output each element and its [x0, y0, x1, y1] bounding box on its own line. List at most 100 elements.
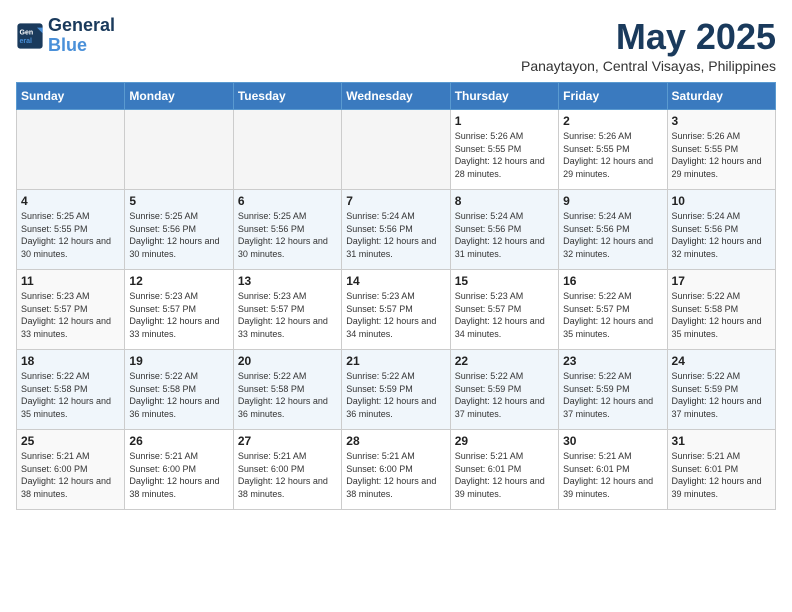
calendar-cell: 23Sunrise: 5:22 AMSunset: 5:59 PMDayligh…	[559, 350, 667, 430]
day-number: 4	[21, 194, 120, 208]
day-info: Sunrise: 5:23 AMSunset: 5:57 PMDaylight:…	[238, 290, 337, 340]
day-number: 30	[563, 434, 662, 448]
weekday-header-sunday: Sunday	[17, 83, 125, 110]
calendar-cell: 31 Sunrise: 5:21 AMSunset: 6:01 PMDayligh…	[667, 430, 775, 510]
day-info: Sunrise: 5:24 AMSunset: 5:56 PMDaylight:…	[563, 210, 662, 260]
day-number: 28	[346, 434, 445, 448]
day-info: Sunrise: 5:22 AMSunset: 5:59 PMDaylight:…	[672, 370, 771, 420]
calendar-cell: 20 Sunrise: 5:22 AMSunset: 5:58 PMDayligh…	[233, 350, 341, 430]
calendar-cell: 26 Sunrise: 5:21 AMSunset: 6:00 PMDayligh…	[125, 430, 233, 510]
day-number: 6	[238, 194, 337, 208]
week-row-1: 1 Sunrise: 5:26 AMSunset: 5:55 PMDaylight…	[17, 110, 776, 190]
logo-line2: Blue	[48, 35, 87, 55]
day-info: Sunrise: 5:25 AMSunset: 5:56 PMDaylight:…	[238, 210, 337, 260]
day-info: Sunrise: 5:22 AMSunset: 5:58 PMDaylight:…	[238, 370, 337, 420]
calendar-cell: 10Sunrise: 5:24 AMSunset: 5:56 PMDayligh…	[667, 190, 775, 270]
day-info: Sunrise: 5:22 AMSunset: 5:59 PMDaylight:…	[346, 370, 445, 420]
day-number: 23	[563, 354, 662, 368]
day-number: 26	[129, 434, 228, 448]
day-number: 31	[672, 434, 771, 448]
day-info: Sunrise: 5:22 AMSunset: 5:59 PMDaylight:…	[455, 370, 554, 420]
calendar-cell: 1 Sunrise: 5:26 AMSunset: 5:55 PMDaylight…	[450, 110, 558, 190]
day-number: 11	[21, 274, 120, 288]
month-title: May 2025	[521, 16, 776, 58]
calendar-cell: 2 Sunrise: 5:26 AMSunset: 5:55 PMDaylight…	[559, 110, 667, 190]
calendar-cell: 9 Sunrise: 5:24 AMSunset: 5:56 PMDaylight…	[559, 190, 667, 270]
day-info: Sunrise: 5:21 AMSunset: 6:00 PMDaylight:…	[129, 450, 228, 500]
logo-icon: Gen eral	[16, 22, 44, 50]
day-number: 15	[455, 274, 554, 288]
day-info: Sunrise: 5:26 AMSunset: 5:55 PMDaylight:…	[455, 130, 554, 180]
calendar-cell: 16 Sunrise: 5:22 AMSunset: 5:57 PMDayligh…	[559, 270, 667, 350]
day-info: Sunrise: 5:23 AMSunset: 5:57 PMDaylight:…	[21, 290, 120, 340]
title-area: May 2025 Panaytayon, Central Visayas, Ph…	[521, 16, 776, 74]
day-info: Sunrise: 5:22 AMSunset: 5:58 PMDaylight:…	[21, 370, 120, 420]
day-info: Sunrise: 5:21 AMSunset: 6:01 PMDaylight:…	[455, 450, 554, 500]
day-number: 13	[238, 274, 337, 288]
weekday-header-thursday: Thursday	[450, 83, 558, 110]
logo-text: General Blue	[48, 16, 115, 56]
calendar-cell: 6 Sunrise: 5:25 AMSunset: 5:56 PMDaylight…	[233, 190, 341, 270]
weekday-header-row: SundayMondayTuesdayWednesdayThursdayFrid…	[17, 83, 776, 110]
weekday-header-saturday: Saturday	[667, 83, 775, 110]
day-info: Sunrise: 5:21 AMSunset: 6:00 PMDaylight:…	[238, 450, 337, 500]
day-number: 29	[455, 434, 554, 448]
day-info: Sunrise: 5:24 AMSunset: 5:56 PMDaylight:…	[346, 210, 445, 260]
weekday-header-monday: Monday	[125, 83, 233, 110]
logo-line1: General	[48, 16, 115, 36]
calendar-cell: 29 Sunrise: 5:21 AMSunset: 6:01 PMDayligh…	[450, 430, 558, 510]
day-number: 27	[238, 434, 337, 448]
day-number: 14	[346, 274, 445, 288]
day-info: Sunrise: 5:24 AMSunset: 5:56 PMDaylight:…	[455, 210, 554, 260]
calendar-cell	[125, 110, 233, 190]
calendar-cell	[342, 110, 450, 190]
calendar-cell: 15Sunrise: 5:23 AMSunset: 5:57 PMDayligh…	[450, 270, 558, 350]
calendar-cell: 28 Sunrise: 5:21 AMSunset: 6:00 PMDayligh…	[342, 430, 450, 510]
day-number: 5	[129, 194, 228, 208]
day-number: 7	[346, 194, 445, 208]
day-info: Sunrise: 5:26 AMSunset: 5:55 PMDaylight:…	[563, 130, 662, 180]
weekday-header-friday: Friday	[559, 83, 667, 110]
day-number: 20	[238, 354, 337, 368]
day-number: 25	[21, 434, 120, 448]
calendar-cell: 27 Sunrise: 5:21 AMSunset: 6:00 PMDayligh…	[233, 430, 341, 510]
calendar-cell: 24Sunrise: 5:22 AMSunset: 5:59 PMDayligh…	[667, 350, 775, 430]
week-row-2: 4Sunrise: 5:25 AMSunset: 5:55 PMDaylight…	[17, 190, 776, 270]
week-row-3: 11 Sunrise: 5:23 AMSunset: 5:57 PMDayligh…	[17, 270, 776, 350]
calendar-cell: 14 Sunrise: 5:23 AMSunset: 5:57 PMDayligh…	[342, 270, 450, 350]
day-info: Sunrise: 5:23 AMSunset: 5:57 PMDaylight:…	[129, 290, 228, 340]
week-row-4: 18 Sunrise: 5:22 AMSunset: 5:58 PMDayligh…	[17, 350, 776, 430]
day-number: 19	[129, 354, 228, 368]
day-number: 3	[672, 114, 771, 128]
day-number: 18	[21, 354, 120, 368]
calendar-cell: 11 Sunrise: 5:23 AMSunset: 5:57 PMDayligh…	[17, 270, 125, 350]
calendar-cell	[17, 110, 125, 190]
day-number: 22	[455, 354, 554, 368]
logo: Gen eral General Blue	[16, 16, 115, 56]
day-info: Sunrise: 5:21 AMSunset: 6:01 PMDaylight:…	[672, 450, 771, 500]
calendar-cell	[233, 110, 341, 190]
calendar-table: SundayMondayTuesdayWednesdayThursdayFrid…	[16, 82, 776, 510]
day-info: Sunrise: 5:22 AMSunset: 5:58 PMDaylight:…	[672, 290, 771, 340]
day-info: Sunrise: 5:23 AMSunset: 5:57 PMDaylight:…	[346, 290, 445, 340]
calendar-cell: 5Sunrise: 5:25 AMSunset: 5:56 PMDaylight…	[125, 190, 233, 270]
calendar-cell: 7 Sunrise: 5:24 AMSunset: 5:56 PMDaylight…	[342, 190, 450, 270]
calendar-cell: 22 Sunrise: 5:22 AMSunset: 5:59 PMDayligh…	[450, 350, 558, 430]
location-subtitle: Panaytayon, Central Visayas, Philippines	[521, 58, 776, 74]
day-number: 1	[455, 114, 554, 128]
day-info: Sunrise: 5:26 AMSunset: 5:55 PMDaylight:…	[672, 130, 771, 180]
page-header: Gen eral General Blue May 2025 Panaytayo…	[16, 16, 776, 74]
day-number: 9	[563, 194, 662, 208]
calendar-cell: 17Sunrise: 5:22 AMSunset: 5:58 PMDayligh…	[667, 270, 775, 350]
calendar-cell: 18 Sunrise: 5:22 AMSunset: 5:58 PMDayligh…	[17, 350, 125, 430]
day-info: Sunrise: 5:21 AMSunset: 6:00 PMDaylight:…	[346, 450, 445, 500]
day-info: Sunrise: 5:22 AMSunset: 5:57 PMDaylight:…	[563, 290, 662, 340]
calendar-cell: 19 Sunrise: 5:22 AMSunset: 5:58 PMDayligh…	[125, 350, 233, 430]
calendar-cell: 12Sunrise: 5:23 AMSunset: 5:57 PMDayligh…	[125, 270, 233, 350]
calendar-cell: 21Sunrise: 5:22 AMSunset: 5:59 PMDayligh…	[342, 350, 450, 430]
day-number: 2	[563, 114, 662, 128]
day-number: 16	[563, 274, 662, 288]
day-info: Sunrise: 5:22 AMSunset: 5:58 PMDaylight:…	[129, 370, 228, 420]
day-info: Sunrise: 5:21 AMSunset: 6:01 PMDaylight:…	[563, 450, 662, 500]
calendar-cell: 25Sunrise: 5:21 AMSunset: 6:00 PMDayligh…	[17, 430, 125, 510]
